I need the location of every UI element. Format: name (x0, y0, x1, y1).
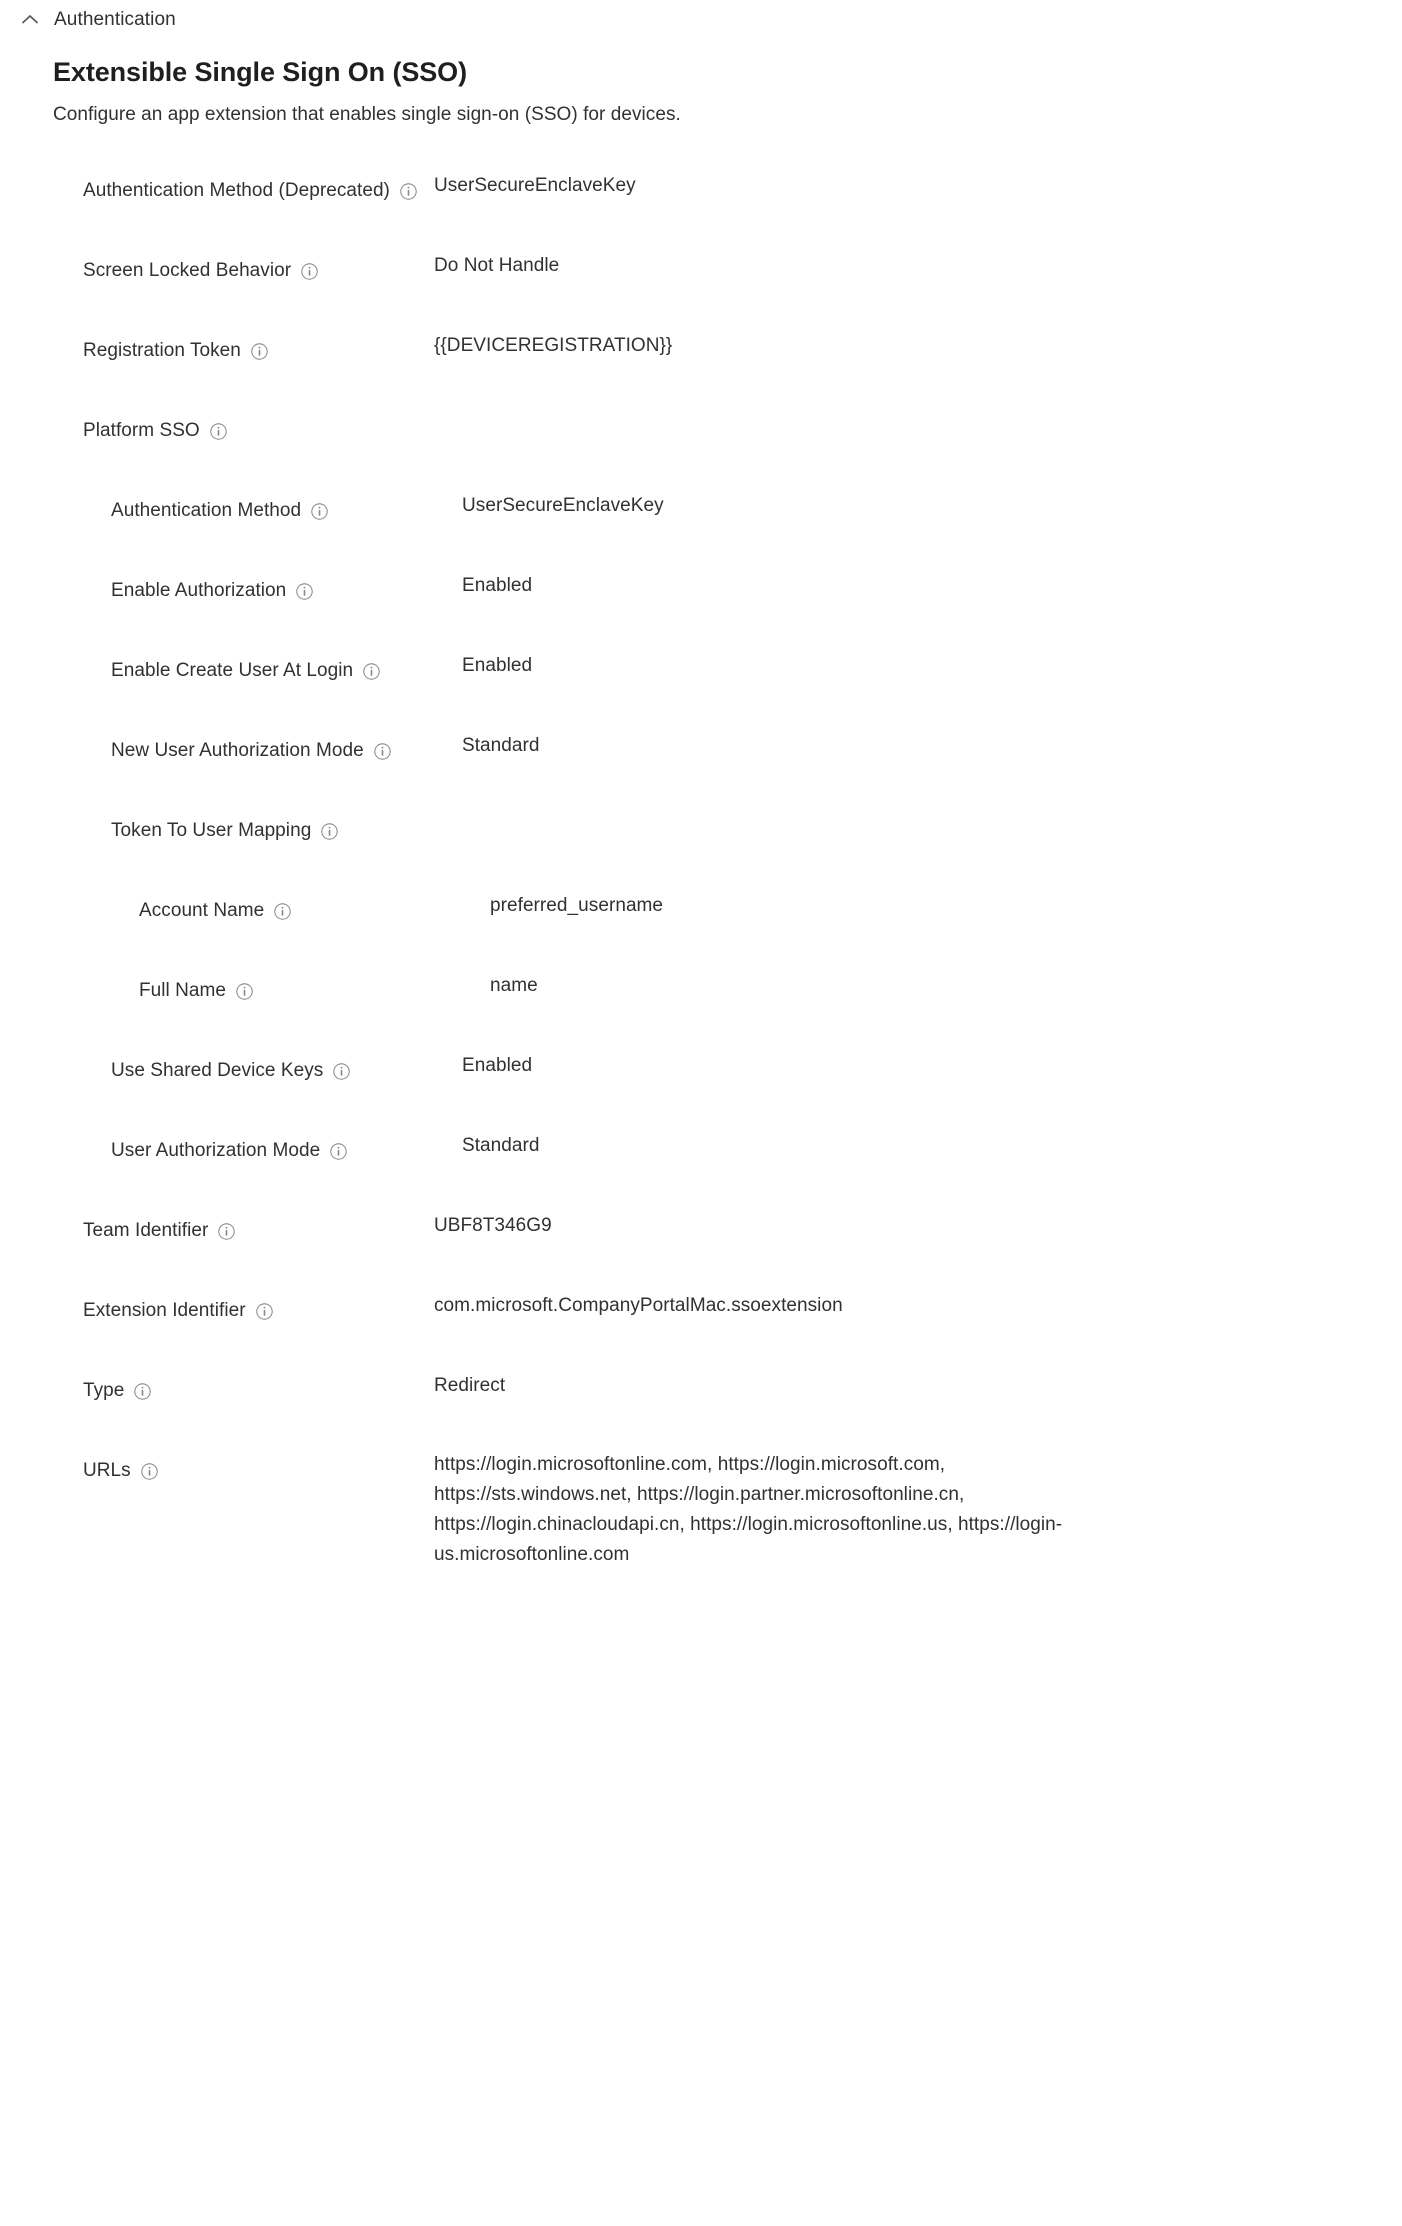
setting-row: Platform SSO (0, 400, 1402, 480)
setting-label-group: Extension Identifier (83, 1298, 274, 1324)
authentication-section-label: Authentication (54, 9, 176, 30)
setting-label-group: Platform SSO (83, 418, 228, 444)
info-icon[interactable] (373, 742, 392, 761)
setting-label-group: User Authorization Mode (111, 1138, 348, 1164)
setting-label: Team Identifier (83, 1220, 209, 1241)
setting-value: {{DEVICEREGISTRATION}} (434, 335, 673, 356)
info-icon[interactable] (295, 582, 314, 601)
setting-label-group: Team Identifier (83, 1218, 236, 1244)
setting-label-group: URLs (83, 1458, 159, 1484)
setting-label-group: Use Shared Device Keys (111, 1058, 351, 1084)
info-icon[interactable] (209, 422, 228, 441)
setting-label-group: New User Authorization Mode (111, 738, 392, 764)
setting-value: Standard (462, 735, 540, 756)
setting-row: URLs https://login.microsoftonline.com, h… (0, 1440, 1402, 1575)
setting-label: Extension Identifier (83, 1300, 246, 1321)
setting-row: New User Authorization Mode Standard (0, 720, 1402, 800)
authentication-section-header[interactable]: Authentication (18, 7, 176, 33)
setting-label-group: Enable Create User At Login (111, 658, 381, 684)
setting-value: UserSecureEnclaveKey (462, 495, 664, 516)
info-icon[interactable] (235, 982, 254, 1001)
setting-value: Enabled (462, 575, 533, 596)
page-title: Extensible Single Sign On (SSO) (53, 57, 467, 87)
setting-label: URLs (83, 1460, 131, 1481)
info-icon[interactable] (133, 1382, 152, 1401)
page-description: Configure an app extension that enables … (53, 104, 681, 125)
info-icon[interactable] (140, 1462, 159, 1481)
setting-value: https://login.microsoftonline.com, https… (434, 1454, 1063, 1565)
setting-label: Screen Locked Behavior (83, 260, 292, 281)
setting-label: Enable Authorization (111, 580, 287, 601)
setting-label: Account Name (139, 900, 265, 921)
setting-row: Team Identifier UBF8T346G9 (0, 1200, 1402, 1280)
setting-label: New User Authorization Mode (111, 740, 364, 761)
setting-label-group: Authentication Method (111, 498, 329, 524)
setting-value: Enabled (462, 655, 533, 676)
setting-label-group: Registration Token (83, 338, 269, 364)
setting-label: Use Shared Device Keys (111, 1060, 324, 1081)
setting-row: Screen Locked Behavior Do Not Handle (0, 240, 1402, 320)
info-icon[interactable] (362, 662, 381, 681)
setting-value: name (490, 975, 538, 996)
info-icon[interactable] (300, 262, 319, 281)
setting-row: Registration Token {{DEVICEREGISTRATION}} (0, 320, 1402, 400)
heading-block: Extensible Single Sign On (SSO) Configur… (53, 54, 1253, 128)
setting-label: Token To User Mapping (111, 820, 312, 841)
info-icon[interactable] (273, 902, 292, 921)
setting-row: Full Name name (0, 960, 1402, 1040)
setting-value: Do Not Handle (434, 255, 560, 276)
setting-value: Redirect (434, 1375, 506, 1396)
setting-row: Enable Create User At Login Enabled (0, 640, 1402, 720)
setting-row: Use Shared Device Keys Enabled (0, 1040, 1402, 1120)
setting-label: Full Name (139, 980, 227, 1001)
setting-row: User Authorization Mode Standard (0, 1120, 1402, 1200)
setting-value: UBF8T346G9 (434, 1215, 552, 1236)
setting-label-group: Enable Authorization (111, 578, 314, 604)
setting-row: Type Redirect (0, 1360, 1402, 1440)
info-icon[interactable] (255, 1302, 274, 1321)
info-icon[interactable] (217, 1222, 236, 1241)
info-icon[interactable] (399, 182, 418, 201)
info-icon[interactable] (332, 1062, 351, 1081)
setting-label: Authentication Method (Deprecated) (83, 180, 390, 201)
chevron-up-icon[interactable] (18, 8, 42, 32)
info-icon[interactable] (329, 1142, 348, 1161)
setting-value: Standard (462, 1135, 540, 1156)
setting-label-group: Authentication Method (Deprecated) (83, 178, 418, 204)
setting-label-group: Token To User Mapping (111, 818, 339, 844)
setting-label: Authentication Method (111, 500, 302, 521)
setting-row: Authentication Method UserSecureEnclaveKe… (0, 480, 1402, 560)
setting-label: Enable Create User At Login (111, 660, 354, 681)
setting-label: Registration Token (83, 340, 241, 361)
setting-label: User Authorization Mode (111, 1140, 321, 1161)
setting-value: Enabled (462, 1055, 533, 1076)
setting-value: preferred_username (490, 895, 664, 916)
setting-label-group: Type (83, 1378, 152, 1404)
setting-row: Enable Authorization Enabled (0, 560, 1402, 640)
settings-list: Authentication Method (Deprecated) UserSe… (0, 160, 1402, 1575)
setting-row: Token To User Mapping (0, 800, 1402, 880)
info-icon[interactable] (310, 502, 329, 521)
setting-label-group: Full Name (139, 978, 254, 1004)
setting-label-group: Screen Locked Behavior (83, 258, 319, 284)
setting-row: Authentication Method (Deprecated) UserSe… (0, 160, 1402, 240)
setting-label: Type (83, 1380, 125, 1401)
setting-value: com.microsoft.CompanyPortalMac.ssoextens… (434, 1295, 843, 1316)
setting-value: UserSecureEnclaveKey (434, 175, 636, 196)
setting-row: Extension Identifier com.microsoft.Compan… (0, 1280, 1402, 1360)
setting-label-group: Account Name (139, 898, 292, 924)
info-icon[interactable] (250, 342, 269, 361)
setting-row: Account Name preferred_username (0, 880, 1402, 960)
info-icon[interactable] (320, 822, 339, 841)
setting-label: Platform SSO (83, 420, 200, 441)
